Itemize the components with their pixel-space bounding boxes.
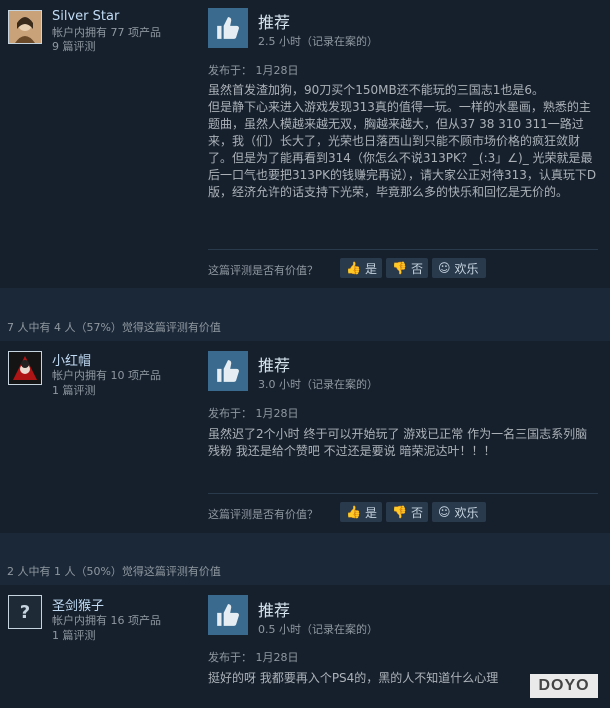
review-text: 虽然迟了2个小时 终于可以开始玩了 游戏已正常 作为一名三国志系列脑残粉 我还是…	[208, 427, 588, 458]
hours-played: 0.5 小时（记录在案的）	[258, 623, 378, 636]
avatar[interactable]	[8, 351, 42, 385]
products-count[interactable]: 帐户内拥有 16 项产品	[52, 614, 161, 628]
username[interactable]: 圣剑猴子	[52, 595, 104, 614]
thumbs-up-icon[interactable]	[208, 351, 248, 391]
avatar[interactable]: ?	[8, 595, 42, 629]
thumb-glyph	[217, 17, 239, 39]
recommendation-title[interactable]: 推荐	[258, 9, 290, 33]
doyo-logo: DOYO	[530, 674, 598, 698]
posted-date: 发布于： 1月28日	[208, 64, 299, 77]
vote-no-label: 否	[410, 261, 423, 276]
thumbs-up-icon: 👍	[346, 505, 361, 519]
helpful-summary: 7 人中有 4 人（57%）觉得这篇评测有价值	[0, 315, 610, 341]
recommendation-title[interactable]: 推荐	[258, 352, 290, 376]
thumbs-down-icon: 👎	[392, 505, 407, 519]
review-text: 虽然首发渣加狗，90刀买个150MB还不能玩的三国志1也是6。 但是静下心来进入…	[208, 83, 597, 199]
vote-funny-label: 欢乐	[454, 261, 479, 276]
recommendation-title[interactable]: 推荐	[258, 597, 290, 621]
vote-yes-button[interactable]: 👍 是	[340, 258, 382, 278]
vote-yes-button[interactable]: 👍 是	[340, 502, 382, 522]
hours-played: 2.5 小时（记录在案的）	[258, 35, 378, 48]
thumb-glyph	[217, 360, 239, 382]
vote-funny-button[interactable]: ☺ 欢乐	[432, 258, 486, 278]
products-count[interactable]: 帐户内拥有 77 项产品	[52, 26, 161, 40]
hours-played: 3.0 小时（记录在案的）	[258, 378, 378, 391]
username[interactable]: Silver Star	[52, 9, 119, 24]
username[interactable]: 小红帽	[52, 350, 91, 369]
avatar-image-icon	[9, 352, 41, 384]
vote-no-button[interactable]: 👎 否	[386, 502, 428, 522]
thumbs-down-icon: 👎	[392, 261, 407, 275]
vote-question: 这篇评测是否有价值？	[208, 508, 318, 521]
avatar-image-icon	[9, 11, 41, 43]
vote-yes-label: 是	[364, 261, 377, 276]
vote-question: 这篇评测是否有价值？	[208, 264, 318, 277]
review-card-2: 小红帽 帐户内拥有 10 项产品 1 篇评测 推荐 3.0 小时（记录在案的） …	[0, 341, 610, 533]
smiley-icon: ☺	[438, 261, 451, 275]
vote-funny-button[interactable]: ☺ 欢乐	[432, 502, 486, 522]
review-card-3: ? 圣剑猴子 帐户内拥有 16 项产品 1 篇评测 推荐 0.5 小时（记录在案…	[0, 585, 610, 708]
avatar[interactable]	[8, 10, 42, 44]
divider	[208, 249, 598, 250]
posted-date: 发布于： 1月28日	[208, 407, 299, 420]
review-count[interactable]: 1 篇评测	[52, 629, 96, 643]
vote-no-button[interactable]: 👎 否	[386, 258, 428, 278]
vote-yes-label: 是	[364, 505, 377, 520]
smiley-icon: ☺	[438, 505, 451, 519]
thumbs-up-icon[interactable]	[208, 8, 248, 48]
divider	[208, 493, 598, 494]
products-count[interactable]: 帐户内拥有 10 项产品	[52, 369, 161, 383]
review-card-1: Silver Star 帐户内拥有 77 项产品 9 篇评测 推荐 2.5 小时…	[0, 0, 610, 288]
helpful-summary: 2 人中有 1 人（50%）觉得这篇评测有价值	[0, 559, 610, 585]
vote-no-label: 否	[410, 505, 423, 520]
vote-funny-label: 欢乐	[454, 505, 479, 520]
question-mark-icon: ?	[19, 601, 31, 623]
review-count[interactable]: 9 篇评测	[52, 40, 96, 54]
posted-date: 发布于： 1月28日	[208, 651, 299, 664]
thumb-glyph	[217, 604, 239, 626]
thumbs-up-icon[interactable]	[208, 595, 248, 635]
review-count[interactable]: 1 篇评测	[52, 384, 96, 398]
thumbs-up-icon: 👍	[346, 261, 361, 275]
